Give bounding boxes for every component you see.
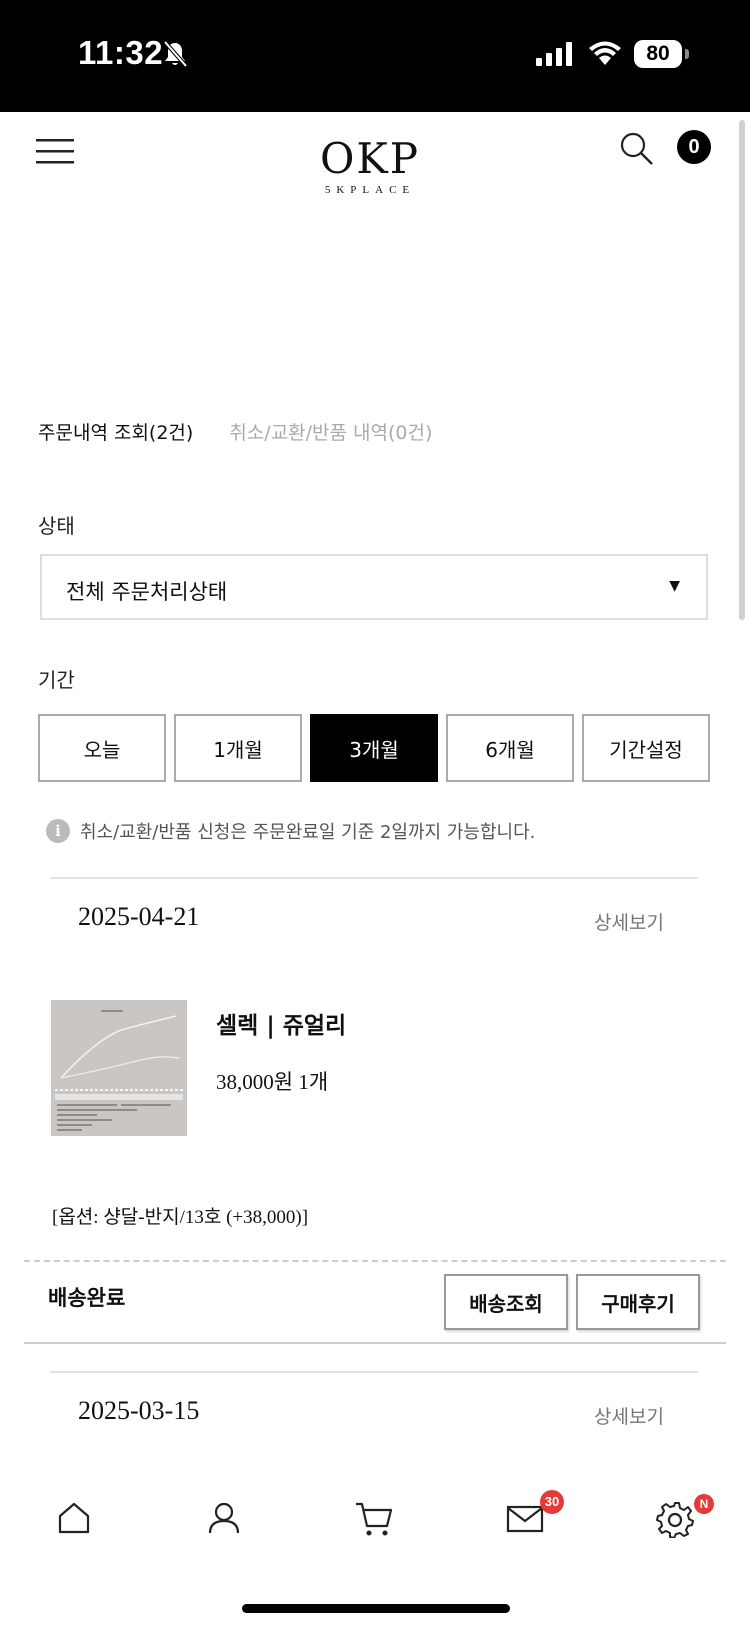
cart-count-badge[interactable]: 0 <box>677 130 711 164</box>
period-1month-button[interactable]: 1개월 <box>174 714 302 782</box>
period-3month-button[interactable]: 3개월 <box>310 714 438 782</box>
scrollbar[interactable] <box>739 120 745 620</box>
battery-cap <box>685 49 689 59</box>
brand-logo[interactable]: OKP 5KPLACE <box>310 134 430 197</box>
order-detail-link[interactable]: 상세보기 <box>594 908 664 935</box>
dashed-divider <box>24 1260 726 1262</box>
period-6month-button[interactable]: 6개월 <box>446 714 574 782</box>
order-date: 2025-03-15 <box>78 1396 200 1425</box>
battery-indicator: 80 <box>634 40 682 68</box>
home-icon[interactable] <box>56 1500 92 1540</box>
tab-cancel-exchange-return[interactable]: 취소/교환/반품 내역(0건) <box>229 422 432 444</box>
product-option: [옵션: 샹달-반지/13호 (+38,000)] <box>52 1207 309 1228</box>
mail-badge: 30 <box>540 1490 564 1514</box>
wifi-icon <box>588 40 622 70</box>
user-icon[interactable] <box>206 1500 242 1540</box>
order-divider <box>50 877 698 879</box>
logo-sub-text: 5KPLACE <box>324 184 416 196</box>
period-today-button[interactable]: 오늘 <box>38 714 166 782</box>
search-icon[interactable] <box>620 132 654 170</box>
status-filter-label: 상태 <box>38 514 75 538</box>
status-select[interactable]: 전체 주문처리상태 ▼ <box>40 554 708 620</box>
product-name[interactable]: 셀렉 | 쥬얼리 <box>216 1006 346 1040</box>
delivery-status: 배송완료 <box>48 1286 126 1310</box>
order-date: 2025-04-21 <box>78 902 200 931</box>
cart-icon[interactable] <box>354 1500 394 1542</box>
period-button-group: 오늘 1개월 3개월 6개월 기간설정 <box>38 714 710 782</box>
track-delivery-button[interactable]: 배송조회 <box>444 1274 568 1330</box>
cancel-notice: i 취소/교환/반품 신청은 주문완료일 기준 2일까지 가능합니다. <box>46 818 535 844</box>
settings-icon[interactable] <box>656 1500 694 1542</box>
status-bar: 11:32 80 <box>0 0 750 112</box>
status-time: 11:32 <box>78 34 164 71</box>
signal-icon <box>536 42 574 70</box>
notice-text: 취소/교환/반품 신청은 주문완료일 기준 2일까지 가능합니다. <box>80 822 536 843</box>
period-custom-button[interactable]: 기간설정 <box>582 714 710 782</box>
order-divider <box>50 1371 698 1373</box>
status-select-value: 전체 주문처리상태 <box>66 580 228 604</box>
dropdown-arrow-icon: ▼ <box>669 578 680 594</box>
hamburger-menu-icon[interactable] <box>36 137 74 169</box>
order-tabs: 주문내역 조회(2건) 취소/교환/반품 내역(0건) <box>38 418 432 445</box>
product-thumbnail[interactable] <box>51 1000 187 1136</box>
bell-muted-icon <box>162 40 188 72</box>
tab-order-history[interactable]: 주문내역 조회(2건) <box>38 422 193 444</box>
info-icon: i <box>46 819 70 843</box>
product-price-qty: 38,000원 1개 <box>216 1070 329 1094</box>
mail-icon[interactable] <box>506 1500 544 1540</box>
logo-main-text: OKP <box>319 134 421 183</box>
write-review-button[interactable]: 구매후기 <box>576 1274 700 1330</box>
settings-badge: N <box>694 1494 714 1514</box>
period-filter-label: 기간 <box>38 668 75 692</box>
home-indicator[interactable] <box>242 1604 510 1613</box>
order-bottom-divider <box>24 1342 726 1344</box>
order-detail-link[interactable]: 상세보기 <box>594 1402 664 1429</box>
